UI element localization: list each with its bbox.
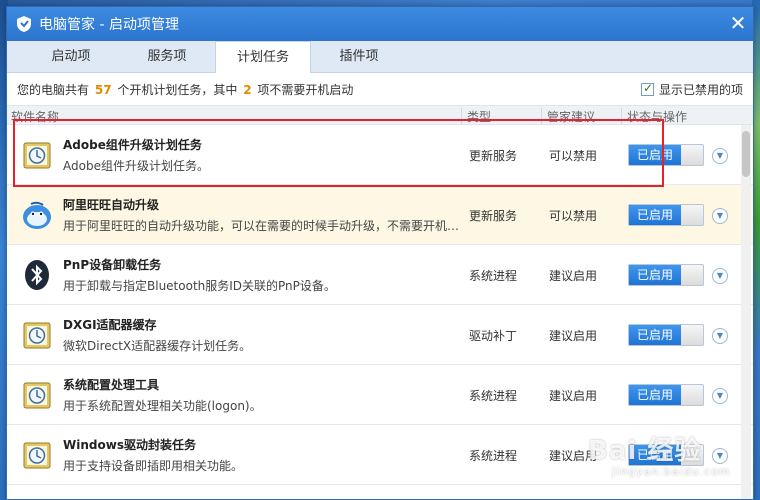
- table-row[interactable]: 阿里旺旺自动升级 用于阿里旺旺的自动升级功能，可以在需要的时候手动升级，不需要开…: [7, 185, 753, 245]
- task-desc: 用于卸载与指定Bluetooth服务ID关联的PnP设备。: [63, 279, 336, 293]
- status-toggle[interactable]: 已启用: [628, 264, 704, 286]
- status-toggle[interactable]: 已启用: [628, 144, 704, 166]
- vertical-scrollbar[interactable]: [741, 125, 751, 499]
- tab-services[interactable]: 服务项: [119, 42, 215, 72]
- task-name: PnP设备卸载任务: [63, 258, 162, 272]
- window-title: 电脑管家 - 启动项管理: [39, 17, 179, 33]
- show-disabled-label: 显示已禁用的项: [658, 82, 743, 97]
- task-type: 系统进程: [469, 449, 518, 463]
- chevron-down-icon[interactable]: ▼: [712, 328, 728, 344]
- chevron-down-icon[interactable]: ▼: [712, 148, 728, 164]
- total-count: 57: [94, 82, 112, 97]
- task-name: Adobe组件升级计划任务: [63, 138, 202, 152]
- status-toggle[interactable]: 已启用: [628, 204, 704, 226]
- task-advice: 建议启用: [549, 269, 598, 283]
- startup-manager-window: 电脑管家 - 启动项管理 ✕ 启动项 服务项 计划任务 插件项 您的电脑共有 5…: [6, 6, 754, 500]
- task-name: DXGI适配器缓存: [63, 318, 157, 332]
- chevron-down-icon[interactable]: ▼: [712, 388, 728, 404]
- task-desc: 微软DirectX适配器缓存计划任务。: [63, 339, 252, 353]
- task-desc: Adobe组件升级计划任务。: [63, 159, 209, 173]
- scrollbar-thumb[interactable]: [742, 131, 750, 177]
- task-type: 驱动补丁: [469, 329, 518, 343]
- summary-suffix: 项不需要开机启动: [257, 82, 354, 97]
- scheduler-icon: [21, 379, 53, 411]
- chevron-down-icon[interactable]: ▼: [712, 208, 728, 224]
- task-advice: 建议启用: [549, 329, 598, 343]
- task-type: 更新服务: [469, 209, 518, 223]
- scheduler-icon: [21, 139, 53, 171]
- status-label: 已启用: [629, 325, 681, 345]
- scheduler-icon: [21, 439, 53, 471]
- watermark-url: jingyan.baidu.com: [612, 465, 731, 478]
- chevron-down-icon[interactable]: ▼: [712, 268, 728, 284]
- task-advice: 建议启用: [549, 389, 598, 403]
- task-advice: 可以禁用: [549, 209, 598, 223]
- column-header: 软件名称 类型 管家建议 状态与操作: [7, 105, 753, 125]
- watermark-text: Bai 经验: [588, 436, 702, 466]
- task-desc: 用于支持设备即插即用相关功能。: [63, 459, 244, 473]
- col-type: 类型: [467, 110, 492, 124]
- task-advice: 可以禁用: [549, 149, 598, 163]
- close-button[interactable]: ✕: [729, 13, 747, 33]
- title-bar: 电脑管家 - 启动项管理 ✕: [7, 7, 753, 41]
- status-label: 已启用: [629, 265, 681, 285]
- bluetooth-icon: [21, 259, 53, 291]
- summary-text: 您的电脑共有 57 个开机计划任务，其中 2 项不需要开机启动: [17, 81, 353, 98]
- guanjia-shield-icon: [15, 15, 33, 33]
- scheduler-icon: [21, 319, 53, 351]
- task-name: 系统配置处理工具: [63, 378, 160, 392]
- status-toggle[interactable]: 已启用: [628, 384, 704, 406]
- col-advice: 管家建议: [547, 110, 596, 124]
- checkbox-checked-icon[interactable]: [640, 81, 654, 96]
- wangwang-icon: [21, 199, 53, 231]
- table-row[interactable]: Adobe组件升级计划任务 Adobe组件升级计划任务。 更新服务 可以禁用 已…: [7, 125, 753, 185]
- task-desc: 用于阿里旺旺的自动升级功能，可以在需要的时候手动升级，不需要开机自动升级: [63, 219, 461, 233]
- status-label: 已启用: [629, 205, 681, 225]
- col-name: 软件名称: [11, 110, 60, 124]
- task-name: 阿里旺旺自动升级: [63, 198, 160, 212]
- task-type: 系统进程: [469, 269, 518, 283]
- tab-startup[interactable]: 启动项: [23, 42, 119, 72]
- tab-bar: 启动项 服务项 计划任务 插件项: [7, 41, 753, 73]
- tab-plugins[interactable]: 插件项: [311, 42, 407, 72]
- task-desc: 用于系统配置处理相关功能(logon)。: [63, 399, 262, 413]
- tab-scheduled-tasks[interactable]: 计划任务: [215, 41, 311, 73]
- summary-prefix: 您的电脑共有: [17, 82, 90, 97]
- table-row[interactable]: PnP设备卸载任务 用于卸载与指定Bluetooth服务ID关联的PnP设备。 …: [7, 245, 753, 305]
- status-label: 已启用: [629, 385, 681, 405]
- status-toggle[interactable]: 已启用: [628, 324, 704, 346]
- summary-middle: 个开机计划任务，其中: [117, 82, 238, 97]
- col-status: 状态与操作: [627, 110, 688, 124]
- unneeded-count: 2: [243, 82, 252, 97]
- table-row[interactable]: DXGI适配器缓存 微软DirectX适配器缓存计划任务。 驱动补丁 建议启用 …: [7, 305, 753, 365]
- status-label: 已启用: [629, 145, 681, 165]
- baidu-watermark: Bai 经验 jingyan.baidu.com: [588, 430, 731, 478]
- task-type: 更新服务: [469, 149, 518, 163]
- task-name: Windows驱动封装任务: [63, 438, 196, 452]
- show-disabled-checkbox[interactable]: 显示已禁用的项: [640, 81, 743, 98]
- summary-bar: 您的电脑共有 57 个开机计划任务，其中 2 项不需要开机启动 显示已禁用的项: [7, 73, 753, 105]
- task-type: 系统进程: [469, 389, 518, 403]
- table-row[interactable]: 系统配置处理工具 用于系统配置处理相关功能(logon)。 系统进程 建议启用 …: [7, 365, 753, 425]
